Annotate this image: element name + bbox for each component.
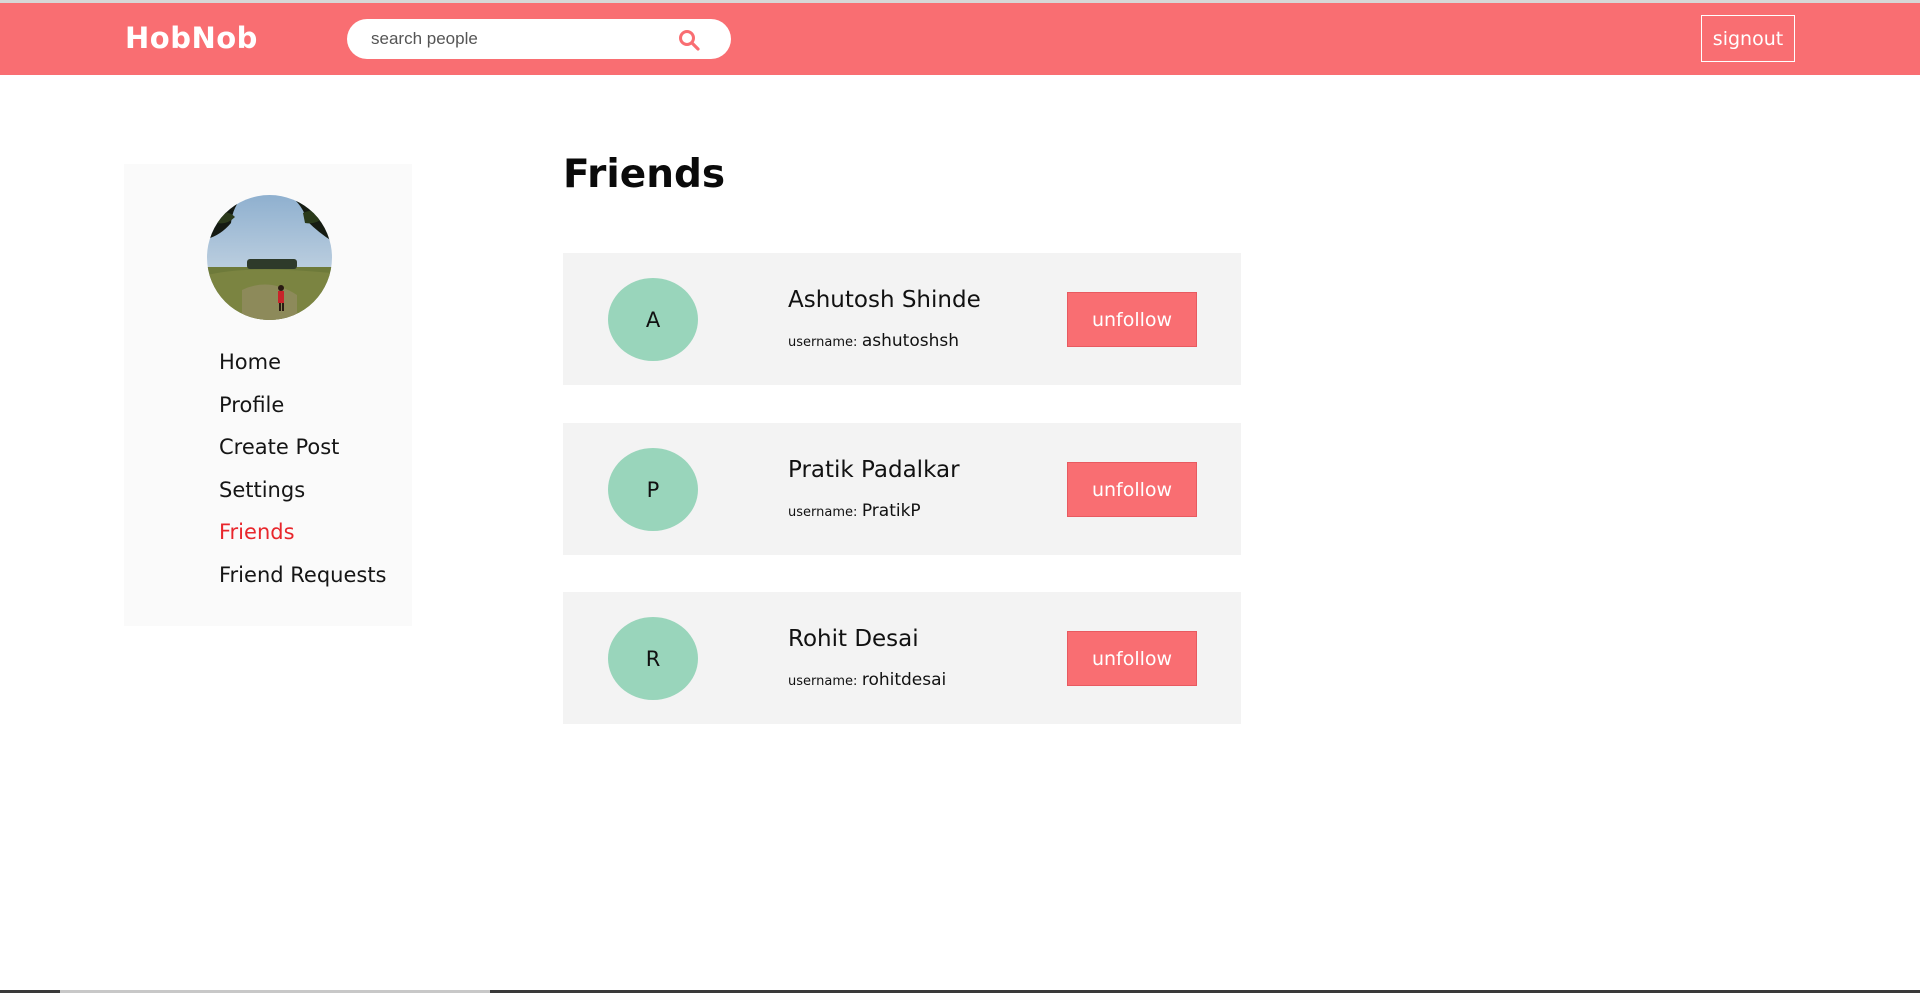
page-title: Friends (563, 152, 726, 197)
friend-card: P Pratik Padalkar username: PratikP unfo… (563, 423, 1241, 555)
friend-name[interactable]: Pratik Padalkar (788, 457, 960, 483)
signout-button[interactable]: signout (1701, 15, 1795, 62)
friend-username-row: username: ashutoshsh (788, 331, 959, 351)
unfollow-button[interactable]: unfollow (1067, 292, 1197, 347)
friend-username: PratikP (861, 501, 921, 521)
sidebar-item-create-post[interactable]: Create Post (219, 432, 387, 475)
sidebar-item-settings[interactable]: Settings (219, 475, 387, 518)
friend-avatar[interactable]: R (608, 617, 698, 700)
friend-card: A Ashutosh Shinde username: ashutoshsh u… (563, 253, 1241, 385)
sidebar-item-home[interactable]: Home (219, 347, 387, 390)
search-icon[interactable] (677, 28, 701, 52)
friend-username: ashutoshsh (861, 331, 959, 351)
sidebar-item-friends[interactable]: Friends (219, 517, 387, 560)
search-input[interactable] (371, 19, 671, 59)
search-box (347, 19, 731, 59)
username-label: username: (788, 674, 858, 689)
sidebar-nav: Home Profile Create Post Settings Friend… (219, 347, 387, 602)
friend-name[interactable]: Ashutosh Shinde (788, 287, 981, 313)
friend-avatar[interactable]: A (608, 278, 698, 361)
friend-username-row: username: rohitdesai (788, 670, 946, 690)
top-navbar: HobNob signout (0, 0, 1920, 75)
friend-card: R Rohit Desai username: rohitdesai unfol… (563, 592, 1241, 724)
friend-name[interactable]: Rohit Desai (788, 626, 919, 652)
unfollow-button[interactable]: unfollow (1067, 462, 1197, 517)
brand-logo[interactable]: HobNob (125, 21, 258, 55)
sidebar-item-friend-requests[interactable]: Friend Requests (219, 560, 387, 603)
friend-username-row: username: PratikP (788, 501, 921, 521)
friend-avatar[interactable]: P (608, 448, 698, 531)
sidebar: Home Profile Create Post Settings Friend… (124, 164, 412, 626)
friend-username: rohitdesai (861, 670, 947, 690)
profile-photo (207, 195, 332, 320)
username-label: username: (788, 335, 858, 350)
sidebar-item-profile[interactable]: Profile (219, 390, 387, 433)
username-label: username: (788, 505, 858, 520)
avatar[interactable] (207, 195, 332, 320)
unfollow-button[interactable]: unfollow (1067, 631, 1197, 686)
